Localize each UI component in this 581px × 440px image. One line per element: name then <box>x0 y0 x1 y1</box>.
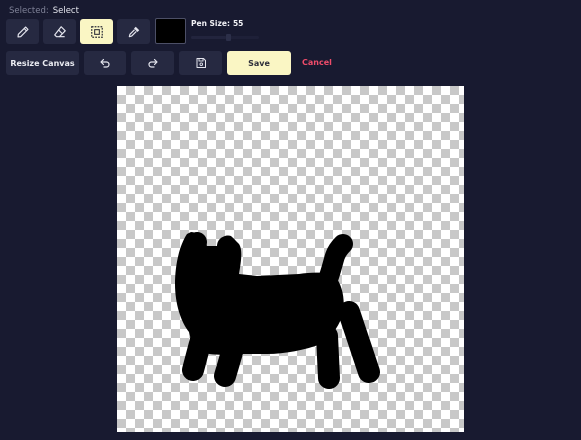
selected-label: Selected: <box>9 6 49 16</box>
eyedropper-icon <box>128 26 139 37</box>
pencil-icon <box>16 25 29 38</box>
drawing-canvas[interactable] <box>117 86 464 432</box>
pen-size-slider[interactable] <box>191 34 259 41</box>
pen-size-label: Pen Size: 55 <box>191 19 243 29</box>
redo-button[interactable] <box>131 51 174 75</box>
redo-icon <box>147 58 158 68</box>
pen-size-value: 55 <box>232 19 244 28</box>
selected-value: Select <box>52 6 79 16</box>
undo-icon <box>100 58 110 68</box>
select-icon <box>90 25 103 38</box>
cat-leg-front-left <box>182 321 214 381</box>
cat-leg-back-left <box>316 325 340 389</box>
eyedropper-tool-button[interactable] <box>117 19 150 44</box>
drawing-cat-silhouette <box>175 232 380 389</box>
save-icon <box>196 58 206 68</box>
cancel-button[interactable]: Cancel <box>302 51 332 75</box>
selected-tool-status: Selected: Select <box>9 5 79 17</box>
cat-leg-back-right <box>338 301 380 383</box>
pen-size-text: Pen Size: <box>191 19 230 28</box>
undo-button[interactable] <box>84 51 126 75</box>
cat-tail <box>317 234 353 292</box>
save-to-disk-button[interactable] <box>179 51 222 75</box>
cat-ear-left <box>185 232 207 274</box>
color-swatch[interactable] <box>155 18 186 44</box>
select-tool-button[interactable] <box>80 19 113 44</box>
resize-canvas-button[interactable]: Resize Canvas <box>6 51 79 75</box>
eraser-tool-button[interactable] <box>43 19 76 44</box>
save-button[interactable]: Save <box>227 51 291 75</box>
cat-leg-front-right <box>214 331 246 387</box>
eraser-icon <box>53 25 66 37</box>
pen-size-thumb[interactable] <box>226 34 231 41</box>
pencil-tool-button[interactable] <box>6 19 39 44</box>
pen-size-fill <box>191 36 226 39</box>
